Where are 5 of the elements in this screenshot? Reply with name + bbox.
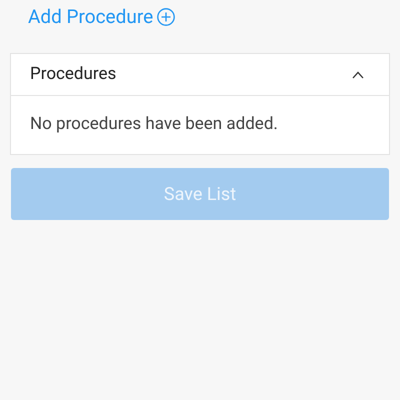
caret-icon <box>352 70 364 78</box>
plus-circle-icon <box>157 8 176 26</box>
procedures-panel-header[interactable]: Procedures <box>11 54 389 96</box>
add-procedure-link[interactable]: Add Procedure <box>28 4 176 30</box>
empty-message: No procedures have been added. <box>30 113 278 136</box>
